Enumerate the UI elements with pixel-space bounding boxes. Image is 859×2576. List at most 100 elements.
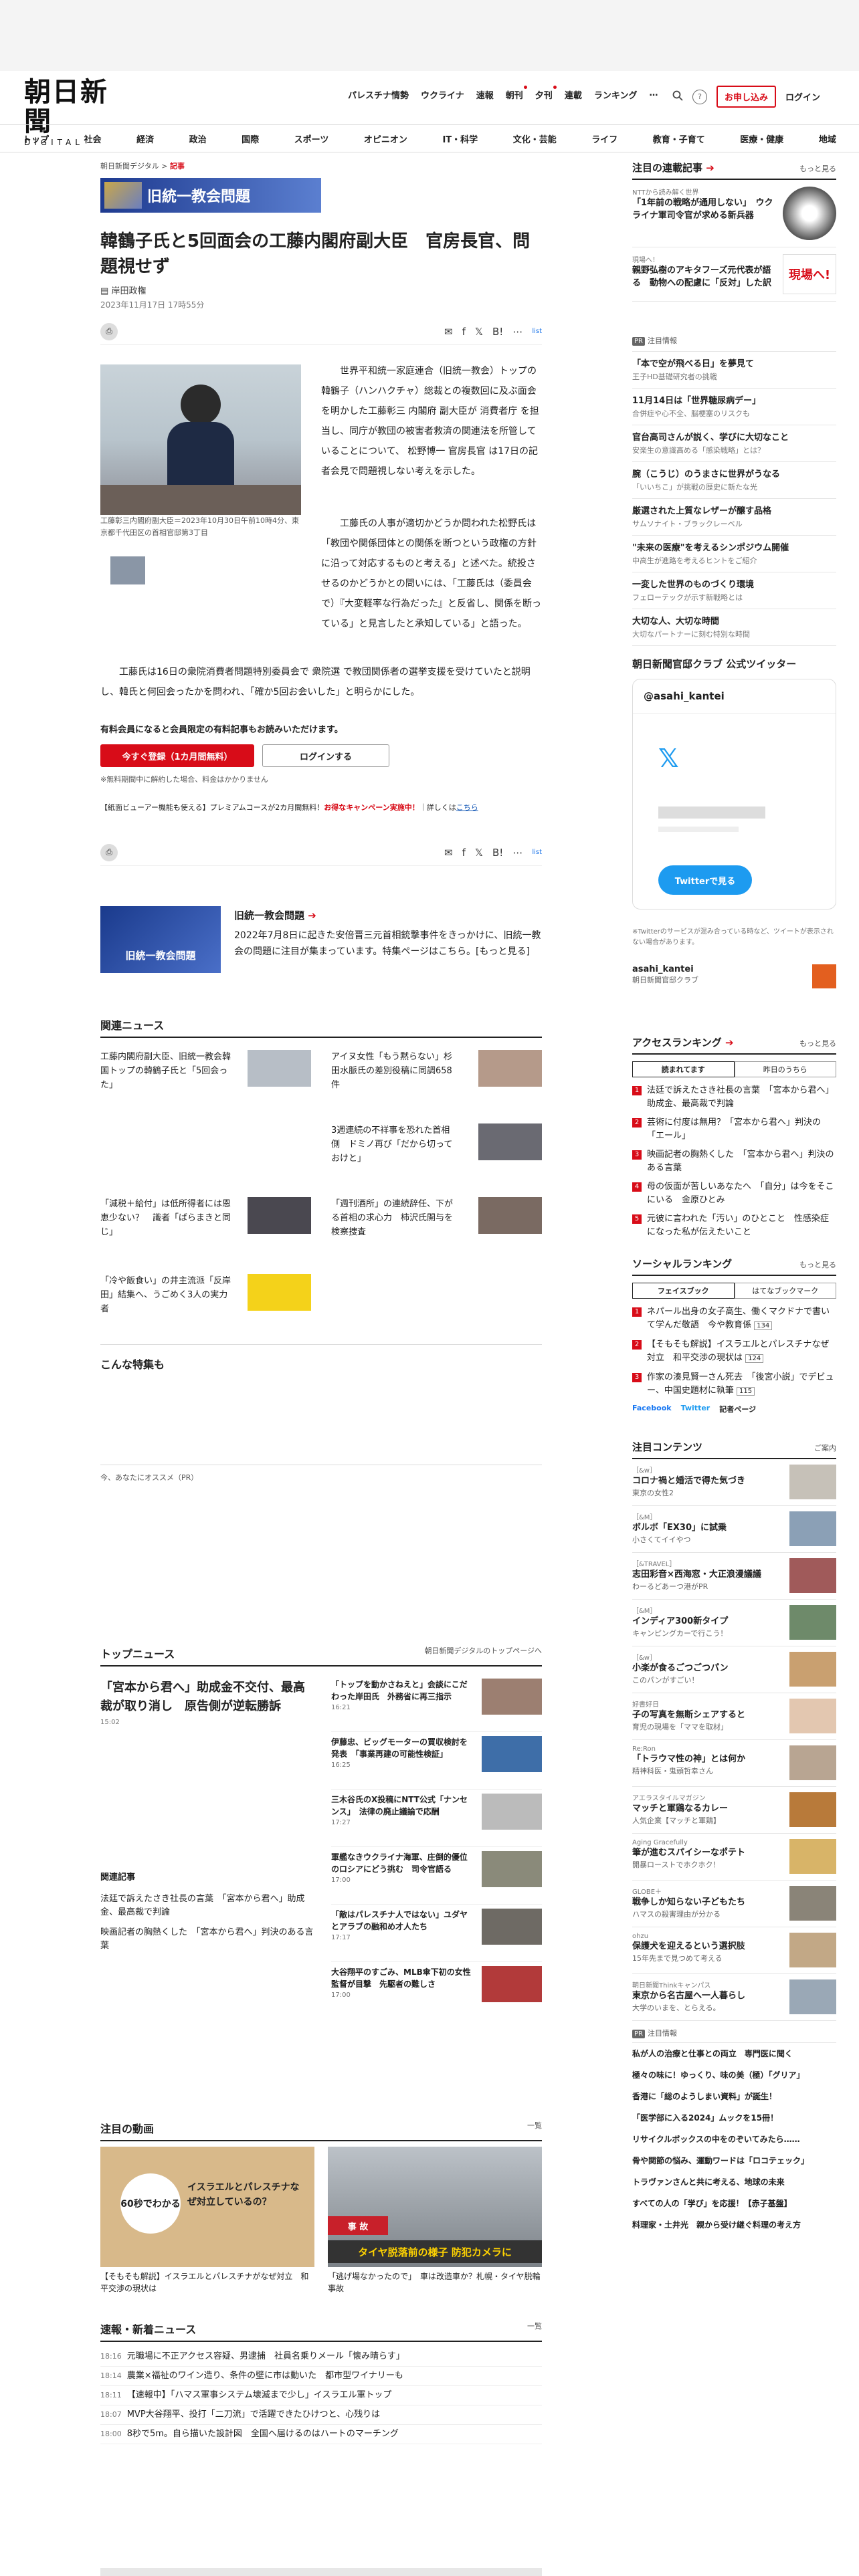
- hatena-icon[interactable]: B!: [492, 847, 503, 859]
- twitter-handle[interactable]: @asahi_kantei: [633, 679, 836, 714]
- related-thumb-6[interactable]: [248, 1274, 311, 1311]
- pr-item[interactable]: 官台高司さんが説く、学びに大切なこと 安楽生の意識高める「感染戦略」とは？: [632, 425, 836, 462]
- site-logo[interactable]: 朝日新聞 DIGITAL: [24, 78, 111, 148]
- nav-serial[interactable]: 連載: [565, 88, 582, 101]
- more-icon[interactable]: ⋯: [512, 847, 522, 859]
- related-item-4[interactable]: 「減税＋給付」は低所得者には恩恵少ない？ 識者「ばらまきと同じ」: [100, 1197, 234, 1239]
- pr2-item[interactable]: 料理家・土井光 親から受け継ぐ料理の考え方: [632, 2214, 836, 2236]
- serial-title[interactable]: 注目の連載記事 ➔: [632, 160, 714, 175]
- pr2-item[interactable]: 香港に「総のようしまい資料」が誕生！: [632, 2086, 836, 2107]
- related-thumb-4[interactable]: [248, 1197, 311, 1234]
- topnews-more[interactable]: 朝日新聞デジタルのトップページへ: [424, 1645, 542, 1661]
- pr2-item[interactable]: リサイクルボックスの中をのぞいてみたら……: [632, 2129, 836, 2150]
- content-item[interactable]: 好書好日 子の写真を無断シェアすると 育児の現場を「ママを取材」: [632, 1693, 836, 1740]
- nav-breaking[interactable]: 速報: [476, 88, 494, 101]
- list-label[interactable]: list: [532, 849, 542, 856]
- twitter-icon[interactable]: 𝕏: [475, 326, 483, 338]
- twitter-icon[interactable]: 𝕏: [475, 847, 483, 859]
- cat-economy[interactable]: 経済: [136, 132, 154, 145]
- related-thumb-5[interactable]: [478, 1197, 542, 1234]
- serial-item[interactable]: 現場へ！ 親野弘樹のアキタフーズ元代表が語る 動物への配慮に「反対」した訳 現場へ…: [632, 247, 836, 302]
- content-item[interactable]: ［&TRAVEL］ 志田彩音×西海窓・大正浪漫議議 わーるどあーつ港がPR: [632, 1553, 836, 1600]
- video-caption-1[interactable]: 【そもそも解説】イスラエルとパレスチナがなぜ対立 和平交渉の現状は: [100, 2270, 314, 2294]
- content-item[interactable]: ohzu 保護犬を迎えるという選択肢 15年先まで見つめて考える: [632, 1927, 836, 1974]
- content-item[interactable]: 朝日新聞Thinkキャンパス 東京から名古屋へ一人暮らし 大学のいまを、とらえる。: [632, 1974, 836, 2021]
- nav-ranking[interactable]: ランキング: [594, 88, 638, 101]
- tab-facebook[interactable]: フェイスブック: [632, 1283, 735, 1299]
- video-caption-2[interactable]: 「逃げ場なかったので」 車は改造車か？札幌・タイヤ脱輪事故: [328, 2270, 542, 2294]
- videos-more[interactable]: 一覧: [527, 2120, 542, 2136]
- topnews-item[interactable]: 軍艦なきウクライナ海軍、庄倒的優位のロシアにどう挑む 司令官語る 17:00: [331, 1851, 542, 1905]
- serial-item[interactable]: NTTから読み解く世界 「1年前の戦略が通用しない」 ウクライナ軍司令官が求める新…: [632, 180, 836, 247]
- content-item[interactable]: Aging Gracefully 筆が進むスパイシーなポテト 開暴ローストでホクホク…: [632, 1834, 836, 1881]
- pr2-item[interactable]: 私が人の治療と仕事との両立 専門医に聞く: [632, 2043, 836, 2064]
- access-ranking-title[interactable]: アクセスランキング ➔: [632, 1035, 734, 1049]
- cat-region[interactable]: 地域: [819, 132, 836, 145]
- content-item[interactable]: GLOBE＋ 戦争しか知らない子どもたち ハマスの殺害理由が分かる: [632, 1881, 836, 1927]
- related-item-6[interactable]: 「冷や飯食い」の井主流派「反岸田」結集へ、うごめく3人の実力者: [100, 1274, 234, 1316]
- pr-item[interactable]: "未来の医療"を考えるシンポジウム開催 中高生が進路を考えるヒントをご紹介: [632, 536, 836, 572]
- twitter-link[interactable]: Twitter: [681, 1404, 710, 1414]
- tab-yesterday[interactable]: 昨日のうちら: [734, 1061, 836, 1077]
- nav-evening[interactable]: 夕刊: [535, 86, 557, 101]
- nav-morning[interactable]: 朝刊: [506, 86, 527, 101]
- cat-top[interactable]: トップ: [23, 132, 49, 145]
- pr-item[interactable]: 腕（こうじ）のうまさに世界がうなる 「いいちこ」が挑戦の歴史に新たな光: [632, 462, 836, 499]
- pr2-item[interactable]: 極々の味に！ゆっくり、味の美（極）「グリア」: [632, 2064, 836, 2086]
- cat-health[interactable]: 医療・健康: [740, 132, 783, 145]
- nav-more[interactable]: …: [649, 88, 658, 101]
- campaign-link[interactable]: こちら: [456, 803, 478, 812]
- pr-item[interactable]: 11月14日は「世界糖尿病デー」 合併症や心不全、脳梗塞のリスクも: [632, 389, 836, 425]
- breaking-item[interactable]: 18:11 【速報中】「ハマス軍事システム壊滅まで少し」イスラエル軍トップ: [100, 2386, 542, 2405]
- content-item[interactable]: アエラスタイルマガジン マッチと軍鶏なるカレー 人気企業【マッチと軍鶏】: [632, 1787, 836, 1834]
- content-item[interactable]: ［&M］ ボルボ「EX30」に試乗 小さくてイイやつ: [632, 1506, 836, 1553]
- pr2-item[interactable]: 「医学部に入る2024」ムックを15冊！: [632, 2107, 836, 2129]
- contents-more[interactable]: ご案内: [814, 1442, 836, 1453]
- twitter-view-button[interactable]: Twitterで見る: [658, 865, 752, 895]
- serial-more[interactable]: もっと見る: [799, 163, 836, 174]
- social-item[interactable]: 3 作家の湊見賢一さん死去 「後宮小説」でデビュー、中国史題材に執筆 115: [632, 1371, 836, 1398]
- list-label[interactable]: list: [532, 328, 542, 335]
- content-item[interactable]: ［&w］ 小楽が食るごつごつパン このパンがすごい！: [632, 1646, 836, 1693]
- cat-it-science[interactable]: IT・科学: [442, 132, 478, 145]
- cat-life[interactable]: ライフ: [591, 132, 617, 145]
- video-thumb-2[interactable]: 事 故 タイヤ脱落前の様子 防犯カメラに: [328, 2147, 542, 2267]
- feature-banner-image[interactable]: 旧統一教会問題: [100, 906, 221, 973]
- topnews-related-item[interactable]: 映画記者の胸熱くした 「宮本から君へ」判決のある言葉: [100, 1926, 314, 1953]
- register-button[interactable]: 今すぐ登録（1カ月間無料）: [100, 744, 254, 767]
- mail-icon[interactable]: ✉: [444, 847, 453, 859]
- related-thumb-3[interactable]: [478, 1123, 542, 1160]
- reporter-link[interactable]: 記者ページ: [719, 1404, 756, 1414]
- related-thumb-2[interactable]: [478, 1050, 542, 1087]
- cat-opinion[interactable]: オピニオン: [364, 132, 407, 145]
- signup-button[interactable]: お申し込み: [717, 86, 777, 108]
- social-more[interactable]: もっと見る: [799, 1259, 836, 1270]
- facebook-icon[interactable]: f: [462, 847, 466, 859]
- video-thumb-1[interactable]: 60秒でわかる イスラエルとパレスチナなぜ対立しているの？: [100, 2147, 314, 2267]
- ranking-item[interactable]: 2 芸術に付度は無用？「宮本から君へ」判決の「エール」: [632, 1116, 836, 1143]
- pr2-item[interactable]: 骨や関節の悩み、運動ワードは「ロコテェック」: [632, 2150, 836, 2171]
- pr-item[interactable]: 一変した世界のものづくり環境 フェローテックが示す新戦略とは: [632, 572, 836, 609]
- article-photo[interactable]: [100, 364, 301, 515]
- breaking-item[interactable]: 18:14 農業×福祉のワイン造り、条件の壁に市は動いた 都市型ワイナリーも: [100, 2367, 542, 2386]
- related-item-1[interactable]: 工藤内閣府副大臣、旧統一教会韓国トップの韓鶴子氏と「5回会った」: [100, 1050, 234, 1092]
- ranking-item[interactable]: 1 法廷で訴えたさき社長の言葉 「宮本から君へ」助成金、最高裁で判論: [632, 1084, 836, 1111]
- pr-item[interactable]: 「本で空が飛べる日」を夢見て 王子HD基礎研究者の挑戦: [632, 352, 836, 389]
- topnews-item[interactable]: 三木谷氏のX投稿にNTT公式「ナンセンス」 法律の廃止議論で応酬 17:27: [331, 1794, 542, 1847]
- pr2-item[interactable]: トラヴァンさんと共に考える、地球の未来: [632, 2171, 836, 2193]
- login-link[interactable]: ログイン: [785, 90, 820, 103]
- print-icon[interactable]: ⎙: [100, 322, 118, 340]
- social-item[interactable]: 1 ネパール出身の女子高生、働くマクドナで書いて学んだ敬語 今や教育係 134: [632, 1305, 836, 1333]
- hatena-icon[interactable]: B!: [492, 326, 503, 338]
- cat-international[interactable]: 国際: [242, 132, 259, 145]
- tab-hatena[interactable]: はてなブックマーク: [734, 1283, 836, 1299]
- more-icon[interactable]: ⋯: [512, 326, 522, 338]
- article-author[interactable]: ▤ 岸田政権: [100, 284, 542, 296]
- search-icon[interactable]: [672, 90, 683, 104]
- cat-society[interactable]: 社会: [84, 132, 102, 145]
- facebook-link[interactable]: Facebook: [632, 1404, 672, 1414]
- breadcrumb-home[interactable]: 朝日新聞デジタル: [100, 162, 159, 171]
- cat-politics[interactable]: 政治: [189, 132, 207, 145]
- ranking-item[interactable]: 3 映画記者の胸熱くした 「宮本から君へ」判決のある言葉: [632, 1148, 836, 1175]
- help-icon[interactable]: ?: [692, 89, 707, 104]
